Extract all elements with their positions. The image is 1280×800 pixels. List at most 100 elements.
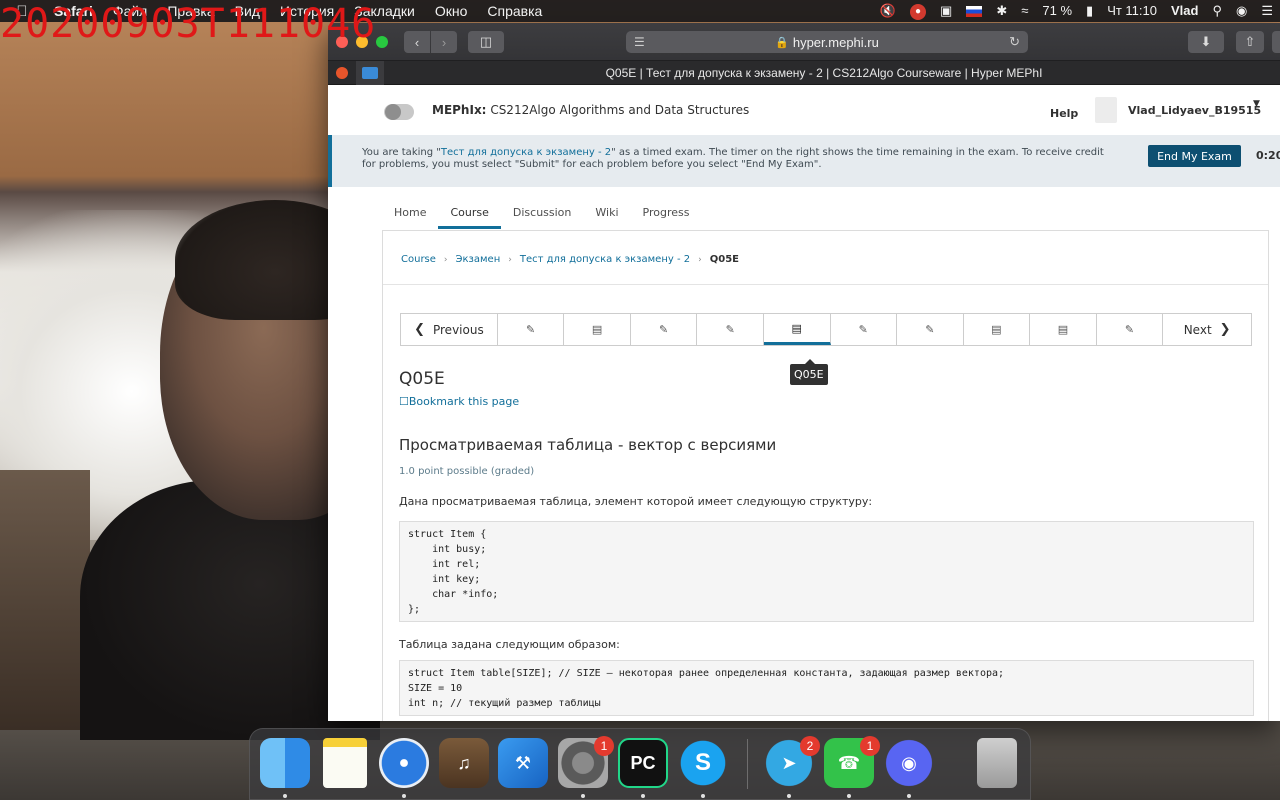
browser-toolbar: ‹ › ◫ ☰ 🔒 hyper.mephi.ru ↻ ⬇ ⇧ [328, 23, 1280, 61]
running-indicator [907, 794, 911, 798]
breadcrumb-current: Q05E [709, 254, 739, 265]
sidebar-icon: ◫ [479, 34, 493, 49]
tab-home[interactable]: Home [382, 197, 438, 229]
unit-tab-text[interactable]: ▤ [564, 314, 631, 345]
downloads-button[interactable]: ⬇ [1188, 31, 1224, 53]
book-icon: ▤ [991, 323, 1002, 336]
back-button[interactable]: ‹ [404, 31, 430, 53]
reader-view-icon[interactable]: ☰ [634, 35, 645, 49]
tab-course[interactable]: Course [438, 197, 501, 229]
forward-button[interactable]: › [431, 31, 457, 53]
unit-tab-problem[interactable]: ✎ [831, 314, 898, 345]
unit-tab-problem[interactable]: ✎ [498, 314, 565, 345]
wifi-icon[interactable]: ≈ [1014, 0, 1035, 22]
bookmark-icon: ☐ [399, 395, 409, 408]
site-favicon-icon [336, 66, 348, 79]
browser-tabbar: Q05E | Тест для допуска к экзамену - 2 |… [328, 60, 1280, 85]
messages-facetime-icon[interactable]: ☎ 1 [824, 736, 880, 788]
share-icon: ⇧ [1244, 34, 1256, 49]
breadcrumb-test[interactable]: Тест для допуска к экзамену - 2 [520, 254, 690, 265]
share-button[interactable]: ⇧ [1236, 31, 1264, 53]
previous-label: Previous [432, 322, 484, 337]
edit-icon: ✎ [1124, 323, 1135, 336]
reload-icon[interactable]: ↻ [1009, 34, 1020, 50]
battery-percent[interactable]: 71 % [1035, 0, 1079, 22]
sidebar-toggle-button[interactable]: ◫ [468, 31, 504, 53]
siri-icon[interactable]: ◉ [1229, 0, 1254, 22]
notification-avatar-icon[interactable]: ● [903, 0, 933, 22]
bookmark-link[interactable]: ☐Bookmark this page [399, 395, 519, 408]
trash-icon[interactable] [977, 738, 1017, 788]
tab-discussion[interactable]: Discussion [501, 197, 584, 229]
previous-unit-button[interactable]: ❮ Previous [401, 314, 498, 345]
menu-help[interactable]: Справка [477, 0, 552, 22]
exam-message: You are taking "Тест для допуска к экзам… [362, 147, 1112, 171]
skype-icon[interactable]: S [678, 738, 728, 788]
breadcrumb-course[interactable]: Course [401, 254, 436, 265]
problem-points: 1.0 point possible (graded) [399, 466, 535, 477]
safari-icon[interactable] [379, 738, 429, 788]
edit-icon: ✎ [659, 323, 669, 336]
telegram-icon[interactable]: ➤ 2 [764, 736, 820, 788]
display-icon[interactable]: ▣ [933, 0, 959, 22]
next-unit-button[interactable]: Next ❯ [1163, 314, 1251, 345]
unit-tab-problem[interactable]: ✎ [1097, 314, 1164, 345]
running-indicator [847, 794, 851, 798]
garageband-icon[interactable]: ♫ [439, 738, 489, 788]
tab-wiki[interactable]: Wiki [583, 197, 630, 229]
unit-tab-problem[interactable]: ✎ [631, 314, 698, 345]
bluetooth-icon[interactable]: ✱ [989, 0, 1014, 22]
unit-tab-text[interactable]: ▤ [964, 314, 1031, 345]
battery-icon[interactable]: ▮ [1079, 0, 1100, 22]
tab-overview-button[interactable] [1272, 31, 1280, 53]
menubar-user[interactable]: Vlad [1164, 0, 1205, 22]
help-link[interactable]: Help [1050, 107, 1078, 120]
menu-toggle[interactable] [384, 104, 414, 120]
unit-tab-problem[interactable]: ✎ [897, 314, 964, 345]
running-indicator [641, 794, 645, 798]
address-bar[interactable]: ☰ 🔒 hyper.mephi.ru ↻ [626, 31, 1028, 53]
pycharm-icon[interactable]: PC [618, 738, 668, 788]
unit-tab-problem[interactable]: ✎ [697, 314, 764, 345]
unit-tooltip: Q05E [790, 359, 828, 385]
pinned-tab-2[interactable] [356, 60, 384, 85]
unit-tab-text[interactable]: ▤ [1030, 314, 1097, 345]
running-indicator [283, 794, 287, 798]
finder-icon[interactable] [260, 738, 310, 788]
end-exam-button[interactable]: End My Exam [1148, 145, 1241, 167]
username-link[interactable]: Vlad_Lidyaev_B19515 [1128, 104, 1261, 117]
active-tab-title[interactable]: Q05E | Тест для допуска к экзамену - 2 |… [328, 61, 1280, 85]
edit-icon: ✎ [725, 323, 735, 336]
code-block-table: struct Item table[SIZE]; // SIZE – некот… [399, 660, 1254, 716]
course-title[interactable]: MEPhIx: CS212Algo Algorithms and Data St… [432, 103, 749, 117]
notification-badge: 1 [594, 736, 614, 756]
menu-window[interactable]: Окно [425, 0, 478, 22]
input-source-flag-icon[interactable] [959, 0, 989, 22]
spotlight-search-icon[interactable]: ⚲ [1205, 0, 1229, 22]
web-page: MEPhIx: CS212Algo Algorithms and Data St… [328, 85, 1280, 721]
fullscreen-window-button[interactable] [376, 35, 388, 48]
breadcrumb: Course › Экзамен › Тест для допуска к эк… [401, 254, 739, 265]
menubar-clock[interactable]: Чт 11:10 [1100, 0, 1164, 22]
exam-name-link[interactable]: Тест для допуска к экзамену - 2 [441, 147, 611, 158]
breadcrumb-exam[interactable]: Экзамен [456, 254, 501, 265]
breadcrumb-separator-icon: › [698, 254, 702, 265]
sequence-navigation: ❮ Previous ✎ ▤ ✎ ✎ ▤ ✎ ✎ ▤ ▤ ✎ Next ❯ [400, 313, 1252, 346]
system-preferences-icon[interactable]: 1 [558, 736, 614, 788]
divider [383, 284, 1268, 285]
discord-icon[interactable]: ◉ [884, 738, 934, 788]
tab-progress[interactable]: Progress [631, 197, 702, 229]
unit-tab-active[interactable]: ▤ [763, 314, 831, 345]
user-avatar[interactable] [1095, 97, 1117, 123]
chevron-right-icon: ❯ [1219, 322, 1231, 337]
notification-center-icon[interactable]: ☰ [1254, 0, 1280, 22]
edit-icon: ✎ [925, 323, 935, 336]
edit-icon: ✎ [525, 323, 536, 336]
notes-icon[interactable] [323, 738, 367, 788]
breadcrumb-separator-icon: › [508, 254, 512, 265]
user-menu-caret-icon[interactable]: ▼ [1253, 99, 1260, 109]
pinned-tab-1[interactable] [328, 61, 356, 85]
mute-icon[interactable]: 🔇 [873, 0, 903, 22]
macos-dock: ♫ ⚒ 1 PC S ➤ 2 ☎ 1 ◉ [249, 728, 1031, 800]
xcode-icon[interactable]: ⚒ [498, 738, 548, 788]
